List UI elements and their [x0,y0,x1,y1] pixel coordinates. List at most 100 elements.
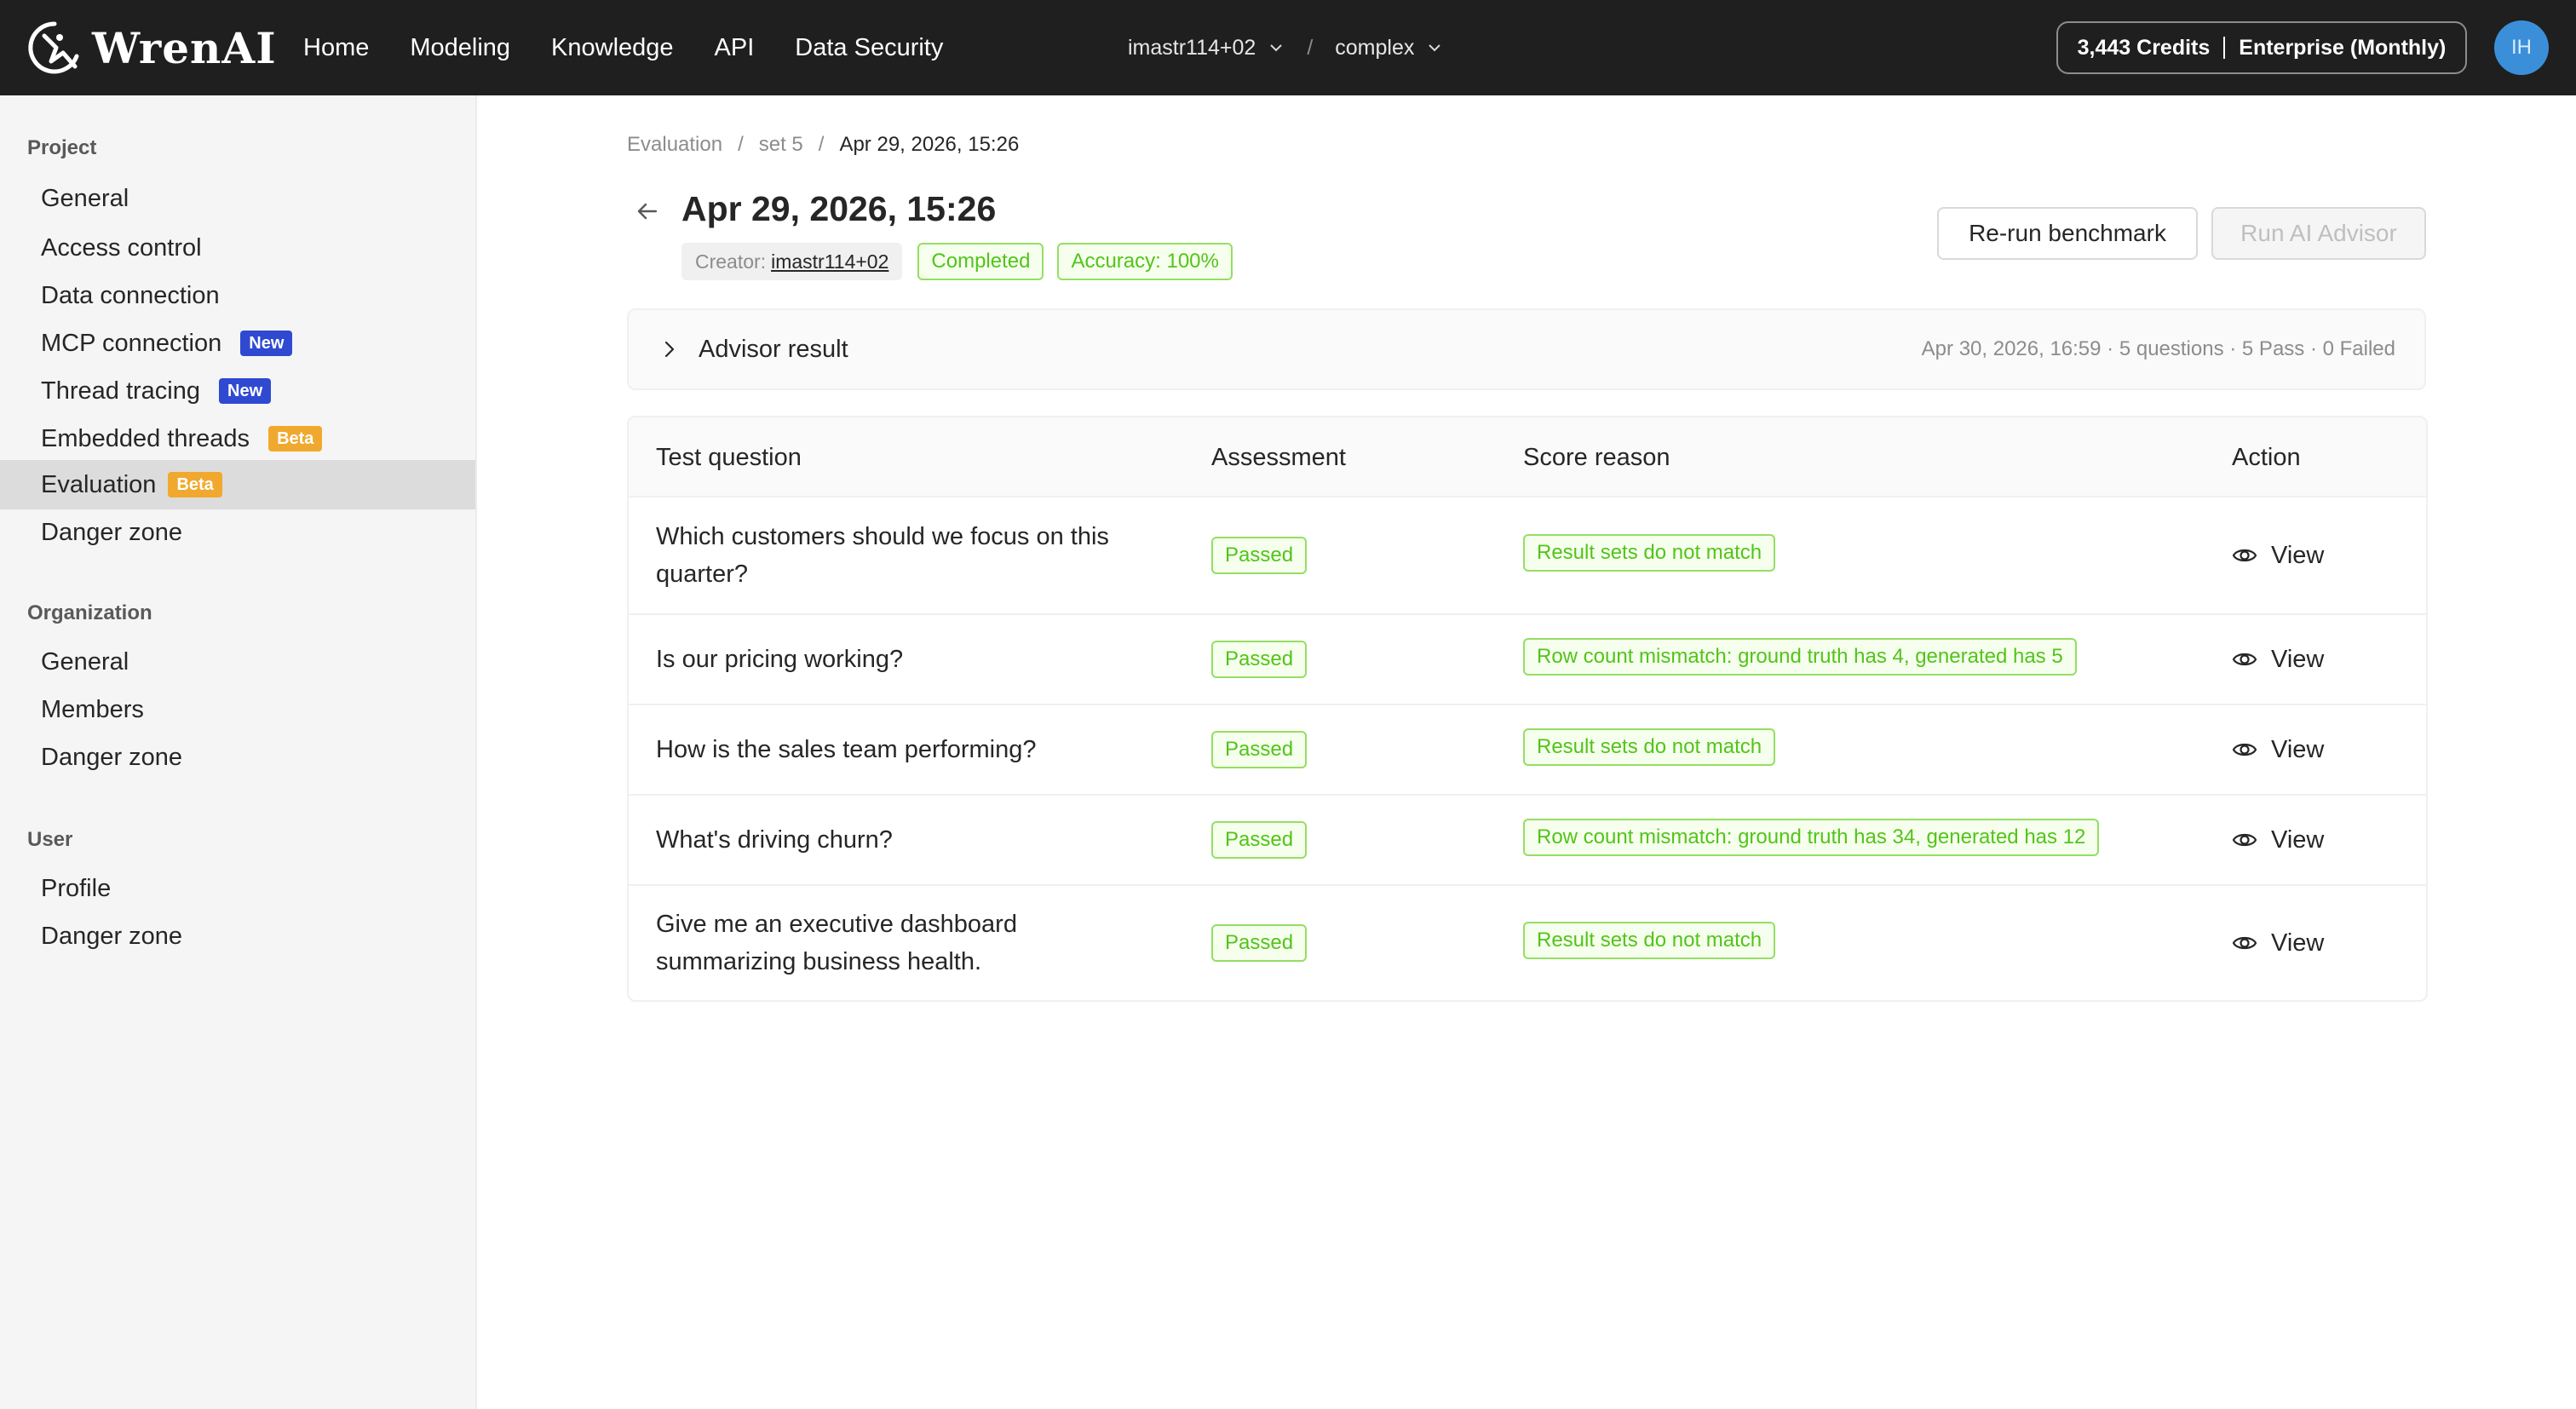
assessment-cell: Passed [1211,796,1308,884]
nav-api[interactable]: API [715,34,755,62]
sidebar-item-members[interactable]: Members [0,685,475,734]
breadcrumb-evaluation[interactable]: Evaluation [627,133,722,157]
column-header-action: Action [2232,443,2301,471]
score-reason-badge: Result sets do not match [1523,534,1776,572]
credits-plan-badge[interactable]: 3,443 Credits Enterprise (Monthly) [2056,21,2467,74]
rerun-benchmark-button[interactable]: Re-run benchmark [1937,207,2198,260]
sidebar-item-evaluation[interactable]: Evaluation Beta [0,460,475,509]
nav-modeling[interactable]: Modeling [410,34,510,62]
eye-icon [2232,743,2257,756]
assessment-badge: Passed [1211,537,1308,574]
assessment-badge: Passed [1211,641,1308,678]
sidebar-item-thread-tracing[interactable]: Thread tracing New [0,366,475,416]
view-label: View [2271,825,2325,854]
view-button[interactable]: View [2232,615,2324,704]
score-reason-cell: Result sets do not match [1523,886,1776,1000]
nav-data-security[interactable]: Data Security [795,34,943,62]
column-header-test-question: Test question [656,443,802,471]
sidebar-item-label: Thread tracing [41,377,200,405]
beta-badge: Beta [268,426,323,451]
chevron-right-icon [664,341,675,358]
breadcrumb-set[interactable]: set 5 [759,133,803,157]
sidebar-item-label: General [41,184,129,212]
advisor-result-stats: Apr 30, 2026, 16:59 · 5 questions · 5 Pa… [1921,337,2395,360]
workspace-selector: imastr114+02 / complex [1128,0,1443,95]
wren-bird-icon [28,21,79,74]
test-question: What's driving churn? [656,826,893,854]
sidebar-item-org-general[interactable]: General [0,637,475,687]
credits-divider [2223,37,2226,59]
sidebar-item-label: Evaluation [41,470,157,498]
eye-icon [2232,549,2257,562]
nav-home[interactable]: Home [303,34,369,62]
score-reason-badge: Result sets do not match [1523,728,1776,766]
sidebar-item-mcp-connection[interactable]: MCP connection New [0,319,475,368]
sidebar-item-label: Danger zone [41,518,183,546]
new-badge: New [240,331,293,356]
breadcrumb-separator: / [818,133,825,156]
assessment-badge: Passed [1211,821,1308,859]
sidebar-item-user-danger-zone[interactable]: Danger zone [0,912,475,961]
score-reason-cell: Result sets do not match [1523,497,1776,613]
brand-logo[interactable]: WrenAI [26,19,277,77]
assessment-badge: Passed [1211,731,1308,768]
sidebar-item-label: Members [41,695,144,723]
sidebar-item-label: Danger zone [41,743,183,771]
table-row: What's driving churn? Passed Row count m… [629,796,2426,886]
creator-badge: Creator: imastr114+02 [681,243,903,280]
user-workspace-dropdown[interactable]: imastr114+02 [1128,36,1285,60]
sidebar-item-org-danger-zone[interactable]: Danger zone [0,733,475,782]
creator-link[interactable]: imastr114+02 [771,250,888,273]
advisor-result-panel[interactable]: Advisor result Apr 30, 2026, 16:59 · 5 q… [627,308,2426,390]
workspace-separator: / [1307,35,1314,60]
test-question: Give me an executive dashboard summarizi… [656,911,1017,975]
user-avatar[interactable]: IH [2494,20,2549,75]
run-metadata: Creator: imastr114+02 Completed Accuracy… [681,243,1246,280]
score-reason-badge: Result sets do not match [1523,922,1776,959]
assessment-cell: Passed [1211,886,1308,1000]
user-workspace-label: imastr114+02 [1128,35,1256,60]
view-button[interactable]: View [2232,705,2324,794]
view-label: View [2271,541,2325,569]
sidebar-item-label: Data connection [41,281,220,309]
sidebar-heading-project: Project [27,136,97,159]
page-title: Apr 29, 2026, 15:26 [681,189,997,228]
score-reason-badge: Row count mismatch: ground truth has 4, … [1523,638,2077,676]
eye-icon [2232,653,2257,666]
sidebar-item-danger-zone[interactable]: Danger zone [0,508,475,557]
back-arrow-icon[interactable] [634,198,661,225]
view-button[interactable]: View [2232,796,2324,884]
test-question: How is the sales team performing? [656,736,1037,763]
sidebar-item-label: General [41,647,129,676]
view-label: View [2271,735,2325,763]
sidebar-item-label: Access control [41,233,202,262]
assessment-cell: Passed [1211,497,1308,613]
creator-label: Creator: [695,250,767,273]
sidebar-heading-organization: Organization [27,601,152,624]
brand-name: WrenAI [92,22,277,73]
column-header-score-reason: Score reason [1523,443,1670,471]
view-label: View [2271,929,2325,957]
project-label: complex [1335,35,1415,60]
score-reason-badge: Row count mismatch: ground truth has 34,… [1523,819,2100,856]
main-nav: Home Modeling Knowledge API Data Securit… [303,0,984,95]
top-navigation-bar: WrenAI Home Modeling Knowledge API Data … [0,0,2576,95]
plan-name: Enterprise (Monthly) [2239,35,2447,60]
score-reason-cell: Row count mismatch: ground truth has 4, … [1523,615,2077,704]
evaluation-results-table: Test question Assessment Score reason Ac… [627,416,2428,1002]
nav-knowledge[interactable]: Knowledge [551,34,674,62]
sidebar-item-embedded-threads[interactable]: Embedded threads Beta [0,414,475,463]
breadcrumb: Evaluation / set 5 / Apr 29, 2026, 15:26 [627,133,1019,157]
new-badge: New [219,378,272,404]
eye-icon [2232,833,2257,847]
run-ai-advisor-button[interactable]: Run AI Advisor [2211,207,2426,260]
project-dropdown[interactable]: complex [1335,36,1443,60]
test-question: Is our pricing working? [656,646,904,673]
view-button[interactable]: View [2232,497,2324,613]
view-button[interactable]: View [2232,886,2324,1000]
sidebar-item-general[interactable]: General [0,174,475,223]
sidebar-item-profile[interactable]: Profile [0,864,475,913]
sidebar-item-data-connection[interactable]: Data connection [0,271,475,320]
breadcrumb-separator: / [738,133,744,156]
sidebar-item-access-control[interactable]: Access control [0,223,475,273]
